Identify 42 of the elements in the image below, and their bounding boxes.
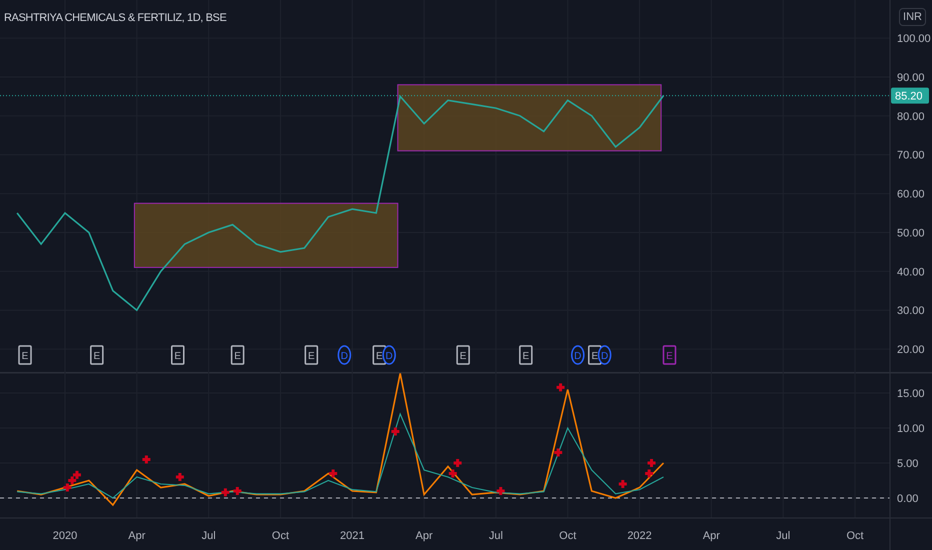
axis-label: 90.00 (897, 72, 925, 84)
dividend-marker[interactable]: D (571, 345, 585, 365)
axis-label: 40.00 (897, 266, 925, 278)
axis-label: 30.00 (897, 305, 925, 318)
dividend-marker[interactable]: D (598, 345, 612, 365)
earnings-marker[interactable]: E (304, 345, 318, 365)
chart-title: RASHTRIYA CHEMICALS & FERTILIZ, 1D, BSE (4, 12, 226, 24)
axis-label: Apr (416, 530, 433, 542)
price-badge: 85.20 (891, 88, 929, 104)
axis-label: 2022 (627, 530, 652, 542)
axis-label: 0.00 (897, 492, 918, 505)
axis-label: 5.00 (897, 458, 918, 470)
axis-label: 20.00 (897, 344, 925, 356)
currency-button[interactable]: INR (899, 8, 926, 26)
earnings-marker[interactable]: E (18, 345, 32, 365)
axis-label: 60.00 (897, 188, 925, 201)
earnings-marker[interactable]: E (588, 345, 602, 365)
axis-label: 10.00 (897, 423, 925, 435)
axis-label: 70.00 (897, 150, 925, 162)
axis-label: Jul (488, 530, 503, 542)
axis-label: 2021 (340, 530, 365, 542)
axis-label: Oct (846, 530, 864, 542)
axis-label: Jul (202, 530, 216, 542)
axis-label: Jul (776, 530, 790, 542)
axis-label: Oct (559, 530, 576, 542)
earnings-marker[interactable]: E (372, 345, 386, 365)
axis-label: 100.00 (897, 33, 931, 46)
dividend-marker[interactable]: D (382, 345, 396, 365)
axis-label: 80.00 (897, 110, 925, 123)
earnings-marker[interactable]: E (90, 345, 104, 365)
axis-label: 2020 (52, 530, 78, 542)
earnings-marker[interactable]: E (456, 345, 470, 365)
earnings-marker[interactable]: E (230, 345, 244, 365)
earnings-marker[interactable]: E (171, 345, 184, 365)
axis-label: Oct (272, 530, 290, 542)
axis-label: Apr (128, 530, 146, 542)
axis-label: 15.00 (897, 388, 925, 400)
axis-label: Apr (702, 530, 720, 542)
ref-line-label: 85.20 (895, 90, 923, 103)
dividend-marker[interactable]: D (338, 345, 352, 365)
earnings-marker[interactable]: E (519, 345, 533, 365)
axis-label: 50.00 (897, 227, 925, 240)
